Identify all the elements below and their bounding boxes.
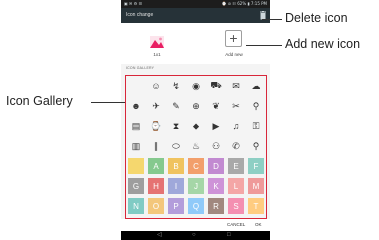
person-icon[interactable]: ☻ [128, 98, 144, 114]
group-icon[interactable]: ⚇ [208, 138, 224, 154]
add-new-label: Add new [225, 52, 243, 57]
icon-grid: ☺ ↯ ◉ ⛟ ✉ ☁ ☻ ✈ ✎ ⊕ ❦ ✂ ⚲ ▤ ⌚ ⧗ ⬥ ▶ ♫ ⚿ ▥ ∥ ⬭ ♨ ⚇ ✆ ⚲ A B C D E F G H I J K L M… [128, 78, 264, 218]
letter-n-icon[interactable]: N [128, 198, 144, 214]
gallery-image-icon[interactable] [150, 36, 164, 48]
status-left: ▣ ✉ ⚙ ☰ [124, 1, 143, 6]
image-icon[interactable] [128, 78, 144, 94]
play-icon[interactable]: ▶ [208, 118, 224, 134]
letter-h-icon[interactable]: H [148, 178, 164, 194]
gallery-callout: Icon Gallery [6, 94, 73, 108]
chart-icon[interactable]: ▥ [128, 138, 144, 154]
book-icon[interactable]: ❦ [208, 98, 224, 114]
cancel-button[interactable]: CANCEL [227, 222, 245, 227]
music-icon[interactable]: ♫ [228, 118, 244, 134]
add-new-callout-line [246, 45, 282, 46]
media-player-icon[interactable]: ⌚ [148, 118, 164, 134]
hourglass-icon[interactable]: ⧗ [168, 118, 184, 134]
pill-icon[interactable]: ⬭ [168, 138, 184, 154]
delete-callout-line [262, 19, 282, 20]
letter-i-icon[interactable]: I [168, 178, 184, 194]
car-icon[interactable]: ⛟ [208, 78, 224, 94]
back-icon[interactable]: ◁ [157, 232, 162, 239]
icon-preview-area: 1x1 + Add new [121, 23, 270, 64]
ok-button[interactable]: OK [255, 222, 262, 227]
letter-d-icon[interactable]: D [208, 158, 224, 174]
phone-icon[interactable]: ✆ [228, 138, 244, 154]
search-icon[interactable]: ⚲ [248, 138, 264, 154]
camera-icon[interactable]: ◉ [188, 78, 204, 94]
document-icon[interactable]: ✎ [168, 98, 184, 114]
letter-e-icon[interactable]: E [228, 158, 244, 174]
add-new-button[interactable]: + [225, 30, 242, 47]
selected-icon-label: 1x1 [153, 52, 161, 57]
dialog-buttons: CANCEL OK [121, 219, 270, 231]
navigation-bar: ◁ ○ □ [121, 231, 270, 240]
status-right: ⌚ ⊘ ☷ 62% ▮ 7:15 PM [221, 1, 267, 6]
letter-g-icon[interactable]: G [128, 178, 144, 194]
letter-t-icon[interactable]: T [248, 198, 264, 214]
letter-c-icon[interactable]: C [188, 158, 204, 174]
hanger-icon[interactable]: ⚲ [248, 98, 264, 114]
letter-j-icon[interactable]: J [188, 178, 204, 194]
letter-k-icon[interactable]: K [208, 178, 224, 194]
contact-card-icon[interactable]: ☺ [148, 78, 164, 94]
email-icon[interactable]: ✉ [228, 78, 244, 94]
icon-gallery-label: ICON GALLERY [126, 66, 155, 70]
yellow-color-icon[interactable] [128, 158, 144, 174]
letter-r-icon[interactable]: R [208, 198, 224, 214]
letter-s-icon[interactable]: S [228, 198, 244, 214]
map-icon[interactable]: ⬥ [188, 118, 204, 134]
cloud-icon[interactable]: ☁ [248, 78, 264, 94]
home-icon[interactable]: ○ [192, 232, 196, 239]
letter-q-icon[interactable]: Q [188, 198, 204, 214]
app-header: Icon change [121, 8, 270, 23]
note-icon[interactable]: ▤ [128, 118, 144, 134]
cutlery-icon[interactable]: ∥ [148, 138, 164, 154]
calendar-icon[interactable]: ⚿ [248, 118, 264, 134]
letter-f-icon[interactable]: F [248, 158, 264, 174]
basket-icon[interactable]: ♨ [188, 138, 204, 154]
icon-gallery: ☺ ↯ ◉ ⛟ ✉ ☁ ☻ ✈ ✎ ⊕ ❦ ✂ ⚲ ▤ ⌚ ⧗ ⬥ ▶ ♫ ⚿ ▥ ∥ ⬭ ♨ ⚇ ✆ ⚲ A B C D E F G H I J K L M… [125, 75, 267, 219]
letter-o-icon[interactable]: O [148, 198, 164, 214]
add-new-callout: Add new icon [285, 37, 361, 51]
letter-l-icon[interactable]: L [228, 178, 244, 194]
letter-m-icon[interactable]: M [248, 178, 264, 194]
globe-icon[interactable]: ⊕ [188, 98, 204, 114]
page-title: Icon change [126, 12, 154, 18]
sync-icon[interactable]: ↯ [168, 78, 184, 94]
phone-screen: ▣ ✉ ⚙ ☰ ⌚ ⊘ ☷ 62% ▮ 7:15 PM Icon change … [121, 0, 270, 240]
letter-b-icon[interactable]: B [168, 158, 184, 174]
recent-apps-icon[interactable]: □ [227, 232, 231, 239]
delete-callout: Delete icon [285, 11, 348, 25]
letter-a-icon[interactable]: A [148, 158, 164, 174]
status-bar: ▣ ✉ ⚙ ☰ ⌚ ⊘ ☷ 62% ▮ 7:15 PM [121, 0, 270, 8]
letter-p-icon[interactable]: P [168, 198, 184, 214]
airplane-icon[interactable]: ✈ [148, 98, 164, 114]
cut-icon[interactable]: ✂ [228, 98, 244, 114]
gallery-callout-line [91, 102, 125, 103]
